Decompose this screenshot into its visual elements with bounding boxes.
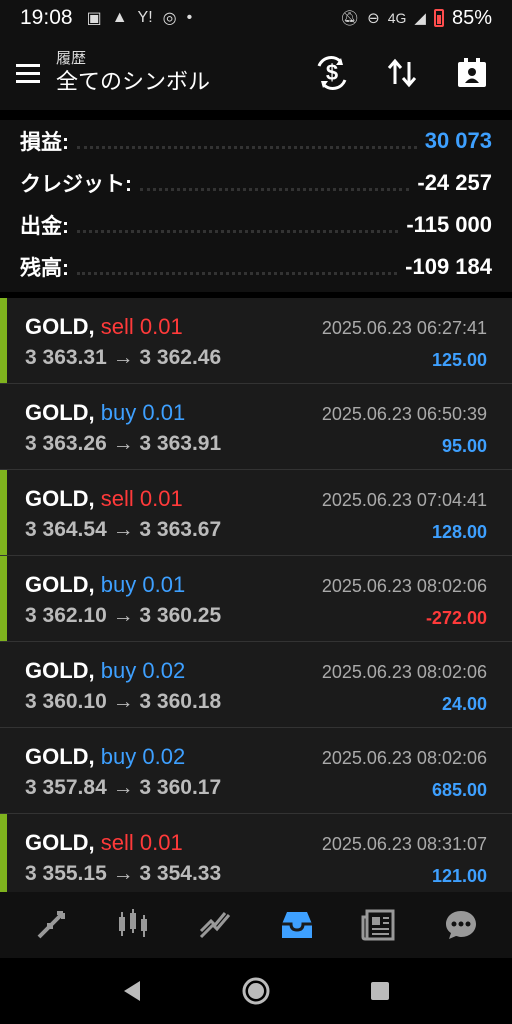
app-bar: 履歴 全てのシンボル $ <box>0 36 512 110</box>
credit-value: -24 257 <box>417 170 492 195</box>
trade-profit: 95.00 <box>441 436 487 456</box>
trade-row[interactable]: GOLD, buy 0.02 3 360.10 → 3 360.18 2025.… <box>0 642 512 728</box>
withdrawal-value: -115 000 <box>406 212 492 237</box>
trade-row[interactable]: GOLD, sell 0.01 3 363.31 → 3 362.46 2025… <box>0 298 512 384</box>
trade-row[interactable]: GOLD, buy 0.02 3 357.84 → 3 360.17 2025.… <box>0 728 512 814</box>
trade-symbol: GOLD, <box>25 744 95 769</box>
trade-profit: 685.00 <box>431 780 487 800</box>
account-summary: 損益: 30 073 クレジット: -24 257 出金: -115 000 残… <box>0 120 512 292</box>
trade-row[interactable]: GOLD, sell 0.01 3 364.54 → 3 363.67 2025… <box>0 470 512 556</box>
trade-symbol: GOLD, <box>25 486 95 511</box>
summary-withdrawal-row: 出金: -115 000 <box>20 204 492 246</box>
recents-icon[interactable] <box>360 971 400 1011</box>
trade-history-list[interactable]: GOLD, sell 0.01 3 363.31 → 3 362.46 2025… <box>0 298 512 892</box>
balance-value: -109 184 <box>405 254 492 279</box>
history-icon[interactable] <box>272 900 322 950</box>
summary-profit-row: 損益: 30 073 <box>20 120 492 162</box>
title-block[interactable]: 履歴 全てのシンボル <box>56 50 210 96</box>
trade-row[interactable]: GOLD, buy 0.01 3 362.10 → 3 360.25 2025.… <box>0 556 512 642</box>
sell-marker <box>0 814 7 892</box>
trade-date: 2025.06.23 08:02:06 <box>321 748 487 768</box>
trade-prices: 3 357.84 → 3 360.17 <box>25 776 222 799</box>
photo-icon: ▣ <box>86 10 102 27</box>
sell-marker <box>0 470 7 555</box>
sell-marker <box>0 556 7 641</box>
trade-row[interactable]: GOLD, buy 0.01 3 363.26 → 3 363.91 2025.… <box>0 384 512 470</box>
page-title: 全てのシンボル <box>56 69 211 94</box>
sell-marker <box>0 298 7 383</box>
trade-profit: 24.00 <box>441 694 487 714</box>
sort-icon[interactable] <box>382 53 422 93</box>
trade-profit: 121.00 <box>431 866 487 886</box>
status-bar: 19:08 ▣ ▲ Y! ◎ • 🔕︎ ⊖ 4G ◢ 85% <box>0 0 512 36</box>
clock: 19:08 <box>20 6 73 29</box>
summary-credit-row: クレジット: -24 257 <box>20 162 492 204</box>
trade-symbol: GOLD, <box>25 572 95 597</box>
news-icon[interactable] <box>354 900 404 950</box>
quotes-icon[interactable] <box>26 900 76 950</box>
balance-label: 残高: <box>20 257 69 280</box>
profit-value: 30 073 <box>424 128 492 153</box>
trade-side: buy 0.01 <box>100 572 186 597</box>
divider <box>77 229 399 233</box>
system-navigation-bar <box>0 958 512 1024</box>
battery-percent: 85% <box>451 6 492 29</box>
trade-side: buy 0.01 <box>100 400 186 425</box>
app-icon: ◎ <box>162 10 177 27</box>
calendar-icon[interactable] <box>452 53 492 93</box>
trade-date: 2025.06.23 08:02:06 <box>321 662 487 682</box>
trade-date: 2025.06.23 08:31:07 <box>321 834 487 854</box>
dot-icon: • <box>186 9 193 26</box>
chart-icon[interactable] <box>108 900 158 950</box>
withdrawal-label: 出金: <box>20 215 69 238</box>
trade-symbol: GOLD, <box>25 314 95 339</box>
summary-balance-row: 残高: -109 184 <box>20 246 492 288</box>
trade-profit: 128.00 <box>431 522 487 542</box>
trade-date: 2025.06.23 06:27:41 <box>321 318 487 338</box>
trade-side: sell 0.01 <box>100 830 183 855</box>
currency-exchange-icon[interactable]: $ <box>312 53 352 93</box>
trade-symbol: GOLD, <box>25 830 95 855</box>
trade-side: buy 0.02 <box>100 658 186 683</box>
home-icon[interactable] <box>236 971 276 1011</box>
chat-icon[interactable] <box>436 900 486 950</box>
divider <box>77 145 417 149</box>
menu-icon[interactable] <box>0 45 56 101</box>
profit-label: 損益: <box>20 131 69 154</box>
yahoo-icon: Y! <box>137 9 153 26</box>
trade-prices: 3 363.31 → 3 362.46 <box>25 346 222 369</box>
trade-prices: 3 364.54 → 3 363.67 <box>25 518 222 541</box>
trade-prices: 3 355.15 → 3 354.33 <box>25 862 222 885</box>
signal-icon: ◢ <box>414 10 426 27</box>
credit-label: クレジット: <box>20 173 132 196</box>
dnd-icon: ⊖ <box>367 10 380 27</box>
trade-symbol: GOLD, <box>25 658 95 683</box>
divider <box>140 187 410 191</box>
trade-side: buy 0.02 <box>100 744 186 769</box>
trade-date: 2025.06.23 08:02:06 <box>321 576 487 596</box>
trade-icon[interactable] <box>190 900 240 950</box>
trade-row[interactable]: GOLD, sell 0.01 3 355.15 → 3 354.33 2025… <box>0 814 512 892</box>
trade-prices: 3 360.10 → 3 360.18 <box>25 690 222 713</box>
back-icon[interactable] <box>112 971 152 1011</box>
trade-side: sell 0.01 <box>100 314 183 339</box>
trade-date: 2025.06.23 06:50:39 <box>321 404 487 424</box>
bottom-tab-bar <box>0 892 512 958</box>
page-subtitle: 履歴 <box>56 50 87 67</box>
warning-icon: ▲ <box>111 9 128 26</box>
divider <box>77 271 398 275</box>
trade-side: sell 0.01 <box>100 486 183 511</box>
trade-symbol: GOLD, <box>25 400 95 425</box>
battery-icon <box>433 9 444 27</box>
trade-profit: 125.00 <box>431 350 487 370</box>
mute-icon: 🔕︎ <box>340 10 360 27</box>
trade-prices: 3 363.26 → 3 363.91 <box>25 432 222 455</box>
network-label: 4G <box>387 10 407 26</box>
trade-date: 2025.06.23 07:04:41 <box>321 490 487 510</box>
trade-profit: -272.00 <box>425 608 487 628</box>
trade-prices: 3 362.10 → 3 360.25 <box>25 604 222 627</box>
